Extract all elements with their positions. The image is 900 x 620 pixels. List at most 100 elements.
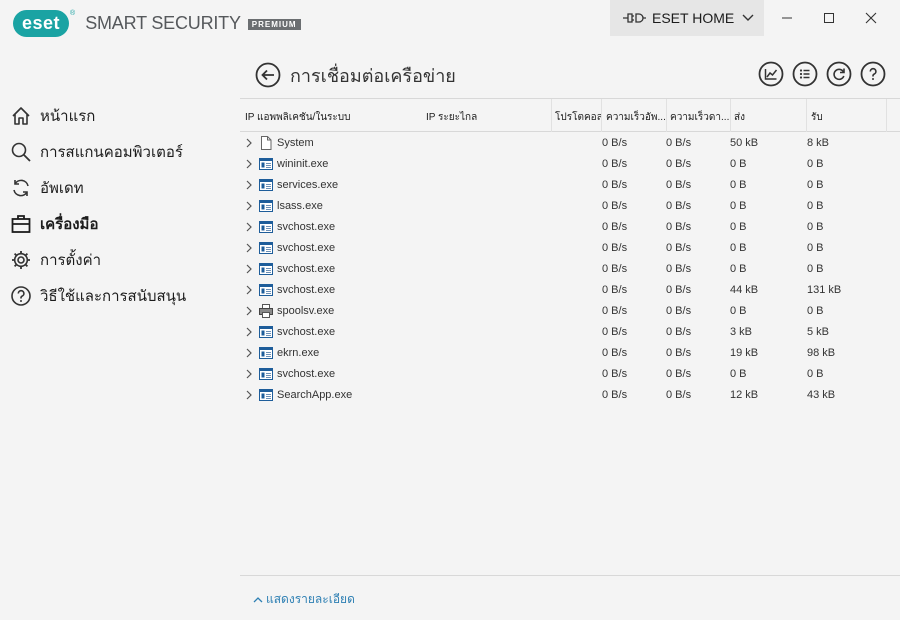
chevron-right-icon[interactable] xyxy=(245,159,253,169)
column-header-in-speed[interactable]: ความเร็วอัพ... xyxy=(606,110,666,125)
process-name: svchost.exe xyxy=(277,368,336,380)
close-button[interactable] xyxy=(848,0,894,36)
sidebar-item-settings[interactable]: การตั้งค่า xyxy=(0,242,240,278)
chevron-right-icon[interactable] xyxy=(245,264,253,274)
app-window-icon xyxy=(259,284,273,296)
table-row[interactable]: svchost.exe 0 B/s 0 B/s 0 B 0 B xyxy=(240,238,900,259)
sidebar-item-computer-scan[interactable]: การสแกนคอมพิวเตอร์ xyxy=(0,134,240,170)
sent-value: 50 kB xyxy=(730,137,759,149)
file-icon xyxy=(261,136,272,150)
main-panel: การเชื่อมต่อเครือข่าย IP แอพพลิเคชัน/ในร… xyxy=(240,48,900,620)
maximize-button[interactable] xyxy=(806,0,852,36)
received-value: 0 B xyxy=(807,263,824,275)
table-row[interactable]: System 0 B/s 0 B/s 50 kB 8 kB xyxy=(240,133,900,154)
chart-icon[interactable] xyxy=(758,61,784,87)
table-row[interactable]: svchost.exe 0 B/s 0 B/s 0 B 0 B xyxy=(240,259,900,280)
column-header-protocol[interactable]: โปรโตคอล xyxy=(555,110,603,125)
list-view-icon[interactable] xyxy=(792,61,818,87)
column-header-out-speed[interactable]: ความเร็วดา... xyxy=(670,110,730,125)
chevron-right-icon[interactable] xyxy=(245,180,253,190)
sidebar-item-label: การตั้งค่า xyxy=(40,252,102,269)
table-row[interactable]: SearchApp.exe 0 B/s 0 B/s 12 kB 43 kB xyxy=(240,385,900,406)
sidebar-item-help-support[interactable]: วิธีใช้และการสนับสนุน xyxy=(0,278,240,314)
out-speed-value: 0 B/s xyxy=(666,305,692,317)
connections-table-header: IP แอพพลิเคชัน/ในระบบ IP ระยะไกล โปรโตคอ… xyxy=(240,98,900,132)
process-name: wininit.exe xyxy=(277,158,329,170)
out-speed-value: 0 B/s xyxy=(666,284,692,296)
sidebar-item-home[interactable]: หน้าแรก xyxy=(0,98,240,134)
logo-badge: eset xyxy=(13,10,70,37)
chevron-up-icon xyxy=(253,596,263,602)
logo-registered-mark: ® xyxy=(70,10,76,17)
back-arrow-icon[interactable] xyxy=(255,62,281,88)
table-row[interactable]: services.exe 0 B/s 0 B/s 0 B 0 B xyxy=(240,175,900,196)
column-header-app-ip[interactable]: IP แอพพลิเคชัน/ในระบบ xyxy=(245,110,350,125)
help-icon[interactable] xyxy=(860,61,886,87)
column-separator[interactable] xyxy=(806,99,807,132)
chevron-right-icon[interactable] xyxy=(245,285,253,295)
show-details-link[interactable]: แสดงรายละเอียด xyxy=(253,590,355,609)
column-header-sent[interactable]: ส่ง xyxy=(734,110,745,125)
title-bar: eset ® SMART SECURITY PREMIUM ESET HOME xyxy=(0,0,900,48)
help-icon xyxy=(11,286,31,306)
table-row[interactable]: spoolsv.exe 0 B/s 0 B/s 0 B 0 B xyxy=(240,301,900,322)
table-row[interactable]: ekrn.exe 0 B/s 0 B/s 19 kB 98 kB xyxy=(240,343,900,364)
column-header-remote-ip[interactable]: IP ระยะไกล xyxy=(426,110,477,125)
chevron-right-icon[interactable] xyxy=(245,222,253,232)
received-value: 98 kB xyxy=(807,347,836,359)
chevron-right-icon[interactable] xyxy=(245,306,253,316)
minimize-button[interactable] xyxy=(764,0,810,36)
sidebar-item-update[interactable]: อัพเดท xyxy=(0,170,240,206)
process-name: svchost.exe xyxy=(277,242,336,254)
table-row[interactable]: svchost.exe 0 B/s 0 B/s 44 kB 131 kB xyxy=(240,280,900,301)
sidebar-item-label: เครื่องมือ xyxy=(40,216,99,233)
column-separator[interactable] xyxy=(601,99,602,132)
chevron-down-icon xyxy=(742,14,754,21)
in-speed-value: 0 B/s xyxy=(602,221,628,233)
sent-value: 44 kB xyxy=(730,284,759,296)
refresh-icon[interactable] xyxy=(826,61,852,87)
received-value: 0 B xyxy=(807,242,824,254)
page-header: การเชื่อมต่อเครือข่าย xyxy=(255,60,456,90)
out-speed-value: 0 B/s xyxy=(666,263,692,275)
header-toolbar xyxy=(758,61,886,87)
column-separator[interactable] xyxy=(886,99,887,132)
chevron-right-icon[interactable] xyxy=(245,390,253,400)
column-separator[interactable] xyxy=(730,99,731,132)
eset-home-button[interactable]: ESET HOME xyxy=(610,0,764,36)
process-name: svchost.exe xyxy=(277,326,336,338)
chevron-right-icon[interactable] xyxy=(245,369,253,379)
chevron-right-icon[interactable] xyxy=(245,243,253,253)
sent-value: 0 B xyxy=(730,221,747,233)
received-value: 0 B xyxy=(807,158,824,170)
sent-value: 0 B xyxy=(730,263,747,275)
app-window-icon xyxy=(259,389,273,401)
chevron-right-icon[interactable] xyxy=(245,327,253,337)
process-name: ekrn.exe xyxy=(277,347,320,359)
out-speed-value: 0 B/s xyxy=(666,200,692,212)
column-separator[interactable] xyxy=(666,99,667,132)
sidebar-item-tools[interactable]: เครื่องมือ xyxy=(0,206,240,242)
chevron-right-icon[interactable] xyxy=(245,348,253,358)
column-separator[interactable] xyxy=(551,99,552,132)
out-speed-value: 0 B/s xyxy=(666,242,692,254)
sidebar-item-label: การสแกนคอมพิวเตอร์ xyxy=(40,144,183,161)
chevron-right-icon[interactable] xyxy=(245,201,253,211)
chevron-right-icon[interactable] xyxy=(245,138,253,148)
search-icon xyxy=(11,142,31,162)
minimize-icon xyxy=(782,17,792,19)
table-row[interactable]: svchost.exe 0 B/s 0 B/s 3 kB 5 kB xyxy=(240,322,900,343)
sent-value: 19 kB xyxy=(730,347,759,359)
process-name: services.exe xyxy=(277,179,339,191)
eset-logo: eset ® SMART SECURITY PREMIUM xyxy=(13,10,301,37)
process-name: SearchApp.exe xyxy=(277,389,353,401)
briefcase-icon xyxy=(11,215,31,233)
product-tier-badge: PREMIUM xyxy=(247,19,301,30)
column-header-received[interactable]: รับ xyxy=(811,110,823,125)
show-details-label: แสดงรายละเอียด xyxy=(266,592,355,606)
table-row[interactable]: svchost.exe 0 B/s 0 B/s 0 B 0 B xyxy=(240,217,900,238)
table-row[interactable]: wininit.exe 0 B/s 0 B/s 0 B 0 B xyxy=(240,154,900,175)
received-value: 0 B xyxy=(807,179,824,191)
table-row[interactable]: lsass.exe 0 B/s 0 B/s 0 B 0 B xyxy=(240,196,900,217)
table-row[interactable]: svchost.exe 0 B/s 0 B/s 0 B 0 B xyxy=(240,364,900,385)
